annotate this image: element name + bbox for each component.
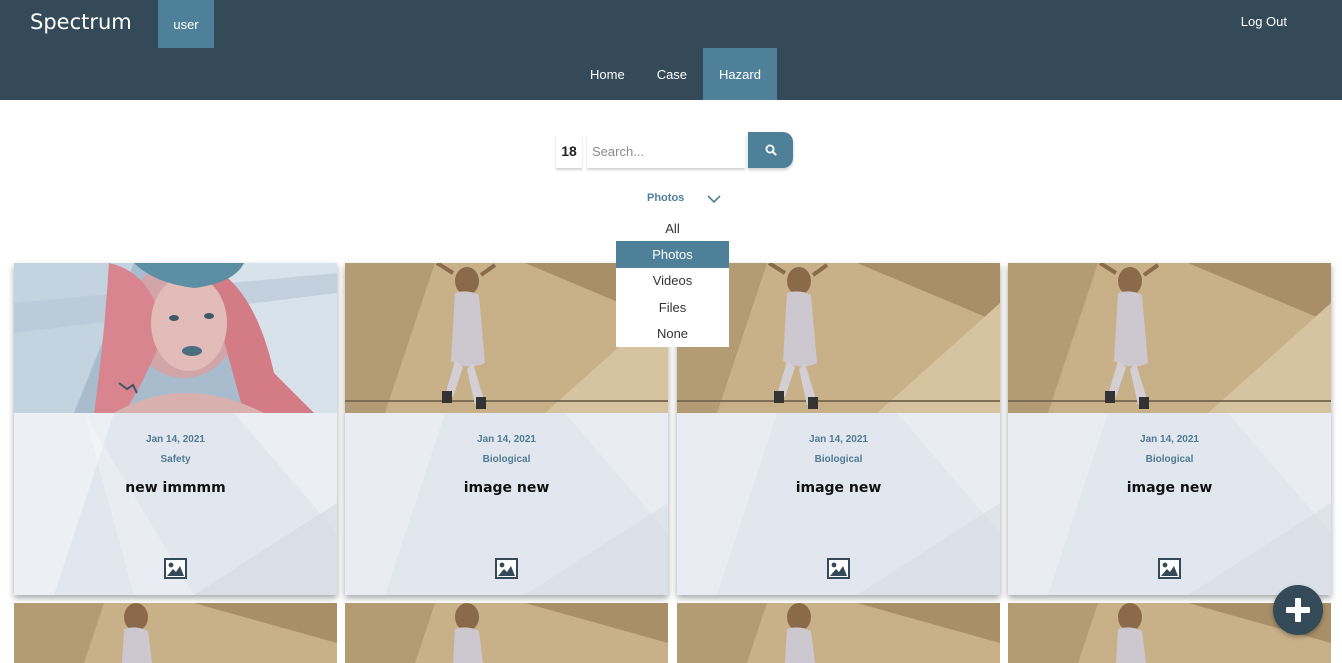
- search-button[interactable]: [748, 132, 793, 168]
- plus-icon: [1286, 598, 1310, 622]
- result-count: 18: [556, 134, 582, 168]
- add-button[interactable]: [1273, 585, 1323, 635]
- media-filter-select[interactable]: Photos: [647, 192, 684, 204]
- filter-option-videos[interactable]: Videos: [616, 268, 729, 294]
- top-navbar: Spectrum user Log Out Home Case Hazard: [0, 0, 1342, 100]
- media-card[interactable]: [14, 603, 337, 663]
- card-details: Jan 14, 2021 Biological image new: [345, 413, 668, 595]
- filter-option-all[interactable]: All: [616, 215, 729, 241]
- card-details: Jan 14, 2021 Biological image new: [677, 413, 1000, 595]
- media-card[interactable]: Jan 14, 2021 Biological image new: [1008, 263, 1331, 595]
- card-title: new immmm: [125, 480, 226, 496]
- brand-logo[interactable]: Spectrum: [30, 10, 132, 34]
- nav-case[interactable]: Case: [641, 48, 703, 100]
- media-card[interactable]: [677, 603, 1000, 663]
- card-title: image new: [463, 480, 550, 496]
- image-icon: [164, 558, 187, 579]
- image-icon: [495, 558, 518, 579]
- logout-link[interactable]: Log Out: [1241, 14, 1287, 29]
- card-photo: [345, 603, 668, 663]
- card-photo: [14, 603, 337, 663]
- filter-option-photos[interactable]: Photos: [616, 241, 729, 268]
- card-photo: [677, 603, 1000, 663]
- user-menu[interactable]: user: [158, 0, 214, 48]
- card-date: Jan 14, 2021: [809, 434, 868, 445]
- chevron-down-icon[interactable]: [706, 193, 722, 205]
- card-photo: [1008, 263, 1331, 413]
- search-icon: [765, 144, 777, 156]
- card-category: Biological: [482, 454, 531, 465]
- card-title: image new: [795, 480, 882, 496]
- card-date: Jan 14, 2021: [146, 434, 205, 445]
- search-input[interactable]: [587, 134, 745, 168]
- card-details: Jan 14, 2021 Biological image new: [1008, 413, 1331, 595]
- filter-option-files[interactable]: Files: [616, 294, 729, 320]
- card-category: Biological: [814, 454, 863, 465]
- media-card[interactable]: [345, 603, 668, 663]
- card-details: Jan 14, 2021 Safety new immmm: [14, 413, 337, 595]
- image-icon: [827, 558, 850, 579]
- card-title: image new: [1126, 480, 1213, 496]
- card-category: Biological: [1145, 454, 1194, 465]
- nav-hazard[interactable]: Hazard: [703, 48, 777, 100]
- image-icon: [1158, 558, 1181, 579]
- media-card[interactable]: Jan 14, 2021 Safety new immmm: [14, 263, 337, 595]
- main-nav: Home Case Hazard: [574, 48, 777, 100]
- filter-option-none[interactable]: None: [616, 321, 729, 347]
- media-filter-dropdown: All Photos Videos Files None: [616, 215, 729, 347]
- card-photo: [14, 263, 337, 413]
- card-date: Jan 14, 2021: [1140, 434, 1199, 445]
- card-category: Safety: [160, 454, 191, 465]
- nav-home[interactable]: Home: [574, 48, 641, 100]
- card-date: Jan 14, 2021: [477, 434, 536, 445]
